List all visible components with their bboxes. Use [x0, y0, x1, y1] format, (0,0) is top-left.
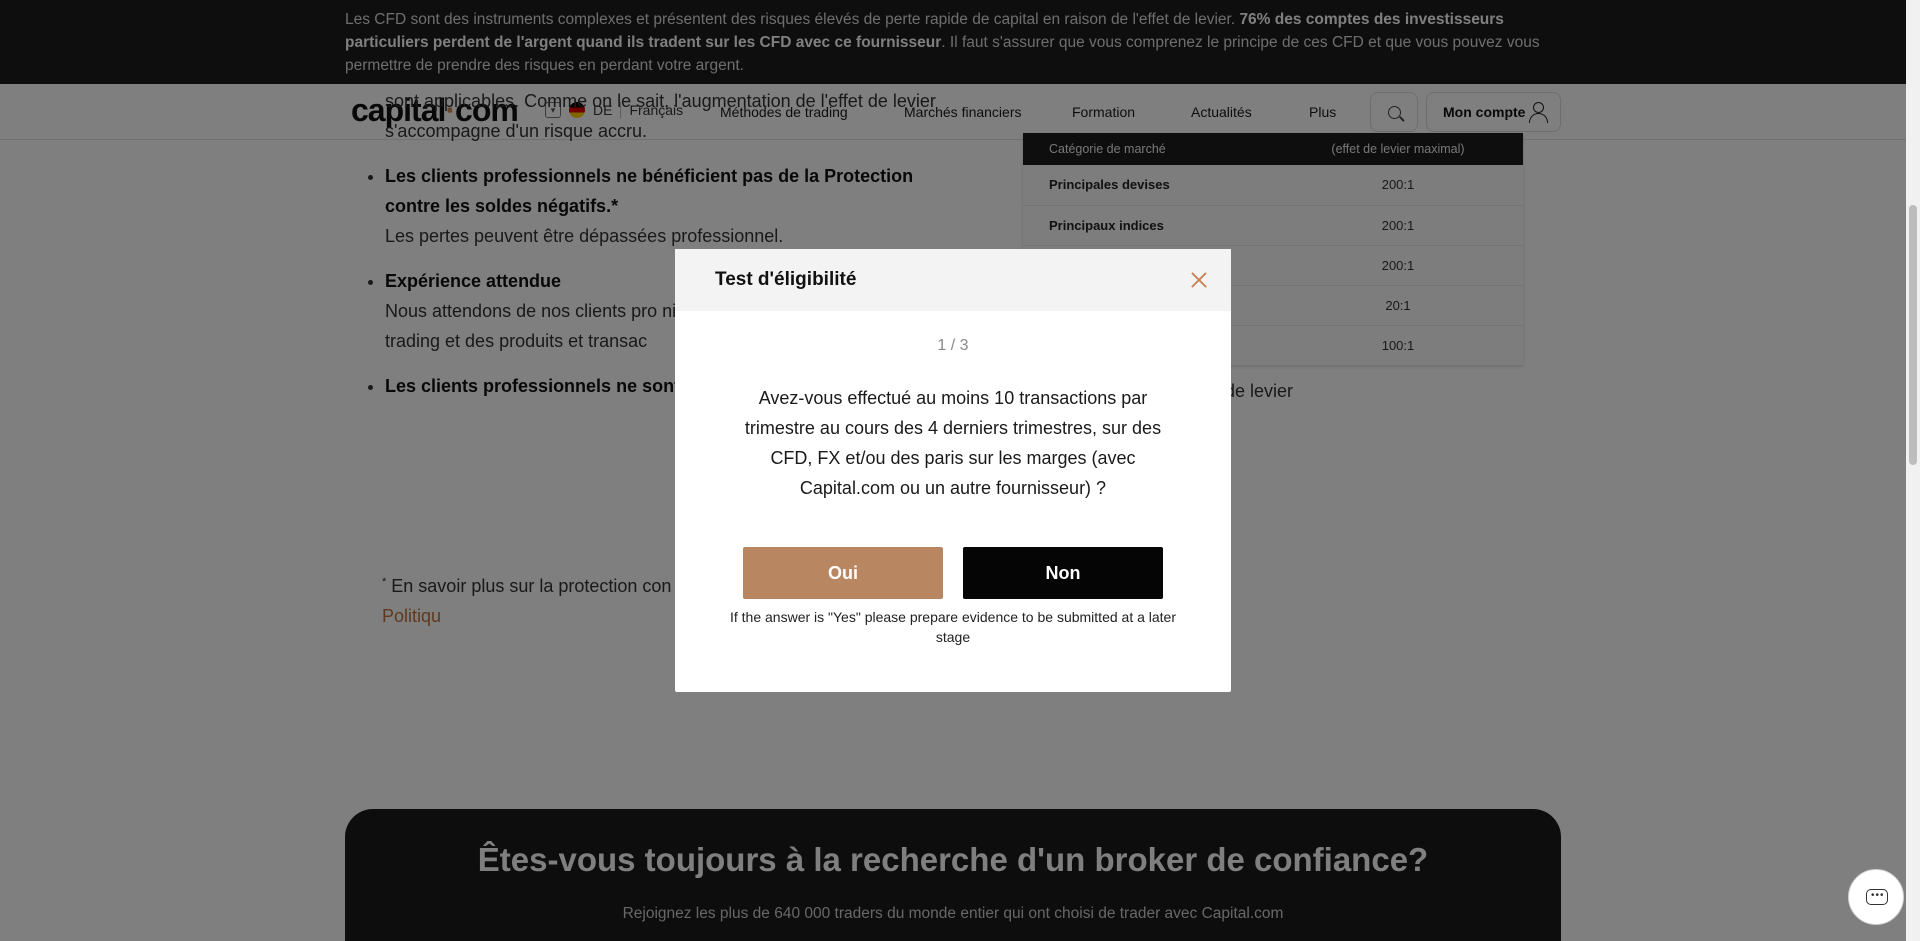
page-scrollbar[interactable] — [1906, 0, 1920, 941]
evidence-note: If the answer is "Yes" please prepare ev… — [729, 609, 1177, 645]
scrollbar-thumb[interactable] — [1909, 205, 1917, 465]
eligibility-modal: Test d'éligibilité 1 / 3 Avez-vous effec… — [675, 249, 1231, 692]
no-button[interactable]: Non — [963, 547, 1163, 599]
chat-button[interactable]: ••• — [1848, 869, 1904, 925]
modal-title: Test d'éligibilité — [715, 269, 857, 290]
eligibility-question: Avez-vous effectué au moins 10 transacti… — [744, 388, 1162, 498]
close-icon[interactable] — [1189, 270, 1209, 290]
step-indicator: 1 / 3 — [937, 337, 969, 354]
modal-header: Test d'éligibilité — [675, 249, 1231, 311]
yes-button[interactable]: Oui — [743, 547, 943, 599]
